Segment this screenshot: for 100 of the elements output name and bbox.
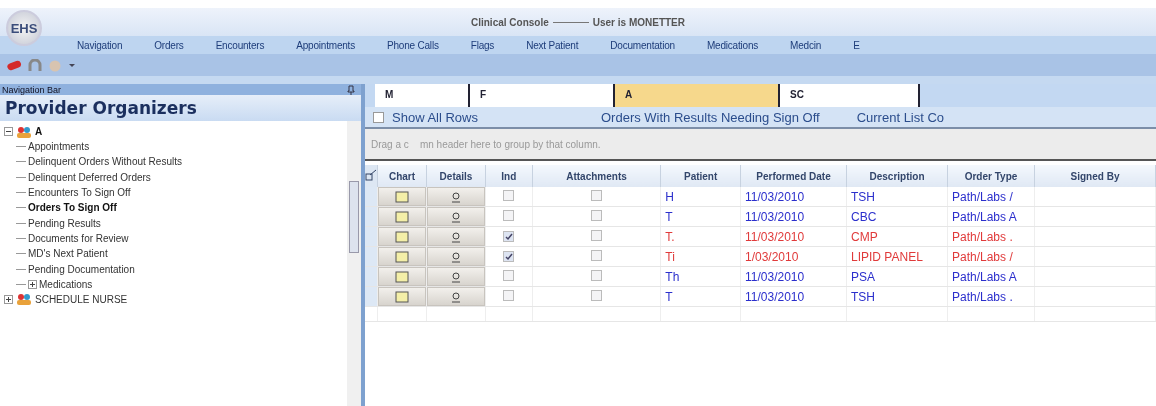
checkbox[interactable]	[591, 269, 602, 281]
dropdown-icon[interactable]	[68, 61, 76, 69]
table-cell: Th	[665, 269, 680, 284]
checkbox[interactable]	[503, 209, 515, 221]
organizer-title: Provider Organizers	[0, 95, 361, 121]
tree-item[interactable]: Documents for Review	[28, 232, 129, 244]
menu-item[interactable]: Orders	[137, 39, 199, 51]
folder-icon	[395, 270, 409, 283]
details-button[interactable]	[427, 267, 485, 286]
column-header[interactable]: Order Type	[947, 165, 1035, 187]
details-button[interactable]	[427, 207, 485, 226]
checkbox[interactable]	[503, 251, 515, 262]
patient-tab[interactable]: SC	[780, 84, 920, 107]
tree-item[interactable]: Appointments	[28, 141, 90, 153]
tree-group[interactable]: A	[35, 126, 43, 137]
menu-item[interactable]: Appointments	[279, 39, 370, 51]
tree-item[interactable]: Delinquent Orders Without Results	[28, 156, 182, 168]
checkbox[interactable]	[591, 289, 602, 301]
table-cell: 11/03/2010	[745, 229, 805, 244]
menu-item[interactable]: E	[836, 39, 875, 51]
details-button[interactable]	[427, 227, 485, 246]
table-cell: Ti	[665, 249, 675, 264]
expander-icon[interactable]	[4, 127, 13, 136]
table-cell: CBC	[851, 209, 877, 224]
checkbox[interactable]	[503, 231, 515, 242]
checkbox[interactable]	[503, 289, 515, 301]
details-button[interactable]	[427, 247, 485, 266]
tree-item[interactable]: Medications	[39, 278, 93, 290]
folder-icon	[395, 190, 409, 203]
checkbox-label[interactable]: Show All Rows	[392, 109, 478, 125]
menu-item[interactable]: Phone Calls	[370, 39, 454, 51]
menu-item[interactable]: Navigation	[60, 39, 138, 51]
table-cell: 1/03/2010	[745, 249, 799, 264]
column-chooser-icon[interactable]	[365, 169, 377, 181]
menu-item[interactable]: Flags	[453, 39, 510, 51]
window-title: Clinical Console	[470, 16, 549, 28]
expander-icon[interactable]	[28, 279, 37, 289]
user-label: User is MONETTER	[592, 16, 685, 28]
folder-icon	[395, 290, 409, 303]
list-title: Orders With Results Needing Sign Off	[601, 109, 820, 125]
table-cell: 11/03/2010	[745, 209, 805, 224]
group-icon	[16, 293, 32, 306]
tree-item[interactable]: Delinquent Deferred Orders	[28, 171, 151, 183]
column-header[interactable]: Patient	[660, 165, 741, 187]
chart-button[interactable]	[378, 267, 426, 286]
pill-icon[interactable]	[6, 59, 22, 71]
menu-item[interactable]: Medcin	[773, 39, 837, 51]
tree-group[interactable]: SCHEDULE NURSE	[35, 293, 128, 305]
menu-item[interactable]: Encounters	[198, 39, 280, 51]
checkbox[interactable]	[503, 189, 515, 201]
table-cell: LIPID PANEL	[851, 249, 923, 264]
tree-item[interactable]: Pending Results	[28, 217, 101, 229]
column-header[interactable]: Details	[426, 165, 486, 187]
checkbox[interactable]	[503, 269, 515, 281]
menu-item[interactable]: Documentation	[593, 39, 690, 51]
checkbox[interactable]	[591, 189, 602, 201]
folder-icon	[395, 250, 409, 263]
scrollbar[interactable]	[347, 121, 361, 406]
menu-item[interactable]: Medications	[689, 39, 774, 51]
table-cell: 11/03/2010	[745, 189, 805, 204]
column-header[interactable]: Performed Date	[740, 165, 847, 187]
column-header[interactable]: Signed By	[1034, 165, 1156, 187]
list-count-label: Current List Co	[856, 109, 945, 125]
table-cell: Path/Labs	[952, 189, 1007, 204]
details-button[interactable]	[427, 187, 485, 206]
checkbox[interactable]	[591, 229, 602, 241]
chart-button[interactable]	[378, 247, 426, 266]
patient-tab[interactable]: F	[470, 84, 615, 107]
patient-tab[interactable]: M	[375, 84, 470, 107]
pin-icon[interactable]	[347, 84, 355, 95]
table-cell: Path/Labs	[952, 289, 1007, 304]
table-cell: Path/Labs	[952, 209, 1007, 224]
column-header[interactable]: Chart	[377, 165, 427, 187]
table-cell: 11/03/2010	[745, 289, 805, 304]
column-header[interactable]: Ind	[485, 165, 533, 187]
tree-item[interactable]: Pending Documentation	[28, 263, 135, 275]
table-cell: PSA	[851, 269, 875, 284]
checkbox[interactable]	[373, 111, 384, 123]
checkbox[interactable]	[591, 249, 602, 261]
column-header[interactable]: Attachments	[532, 165, 661, 187]
table-cell: /	[1009, 189, 1013, 204]
patient-tab[interactable]: A	[615, 84, 780, 107]
tree-item[interactable]: MD's Next Patient	[28, 248, 108, 260]
app-logo: EHS	[6, 10, 42, 46]
tree-item[interactable]: Orders To Sign Off	[28, 202, 117, 214]
group-icon	[16, 125, 32, 138]
tree-item[interactable]: Encounters To Sign Off	[28, 187, 131, 199]
table-cell: /	[1009, 249, 1013, 264]
column-header[interactable]: Description	[846, 165, 948, 187]
table-cell: Path/Labs	[952, 249, 1007, 264]
table-cell: 11/03/2010	[745, 269, 805, 284]
chart-button[interactable]	[378, 207, 426, 226]
table-cell: TSH	[851, 189, 875, 204]
chart-button[interactable]	[378, 187, 426, 206]
chart-button[interactable]	[378, 227, 426, 246]
details-button[interactable]	[427, 287, 485, 306]
expander-icon[interactable]	[4, 294, 13, 304]
menu-item[interactable]: Next Patient	[509, 39, 594, 51]
checkbox[interactable]	[591, 209, 602, 221]
chart-button[interactable]	[378, 287, 426, 306]
